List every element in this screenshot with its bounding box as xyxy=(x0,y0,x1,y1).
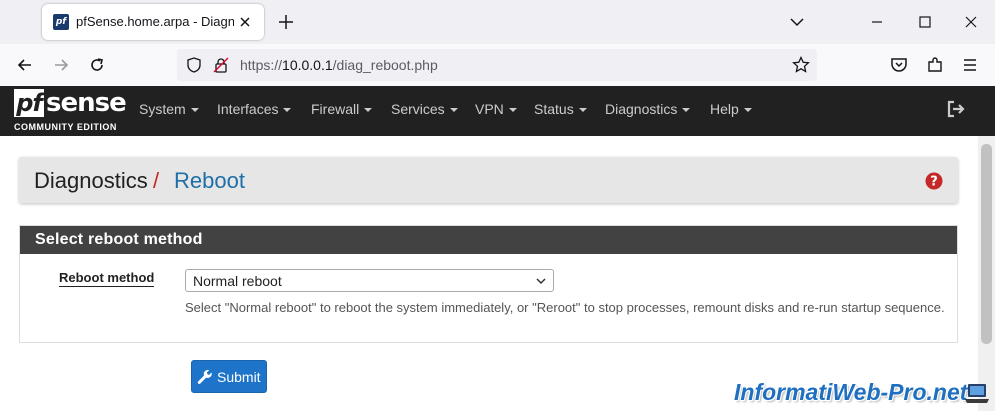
lock-icon[interactable] xyxy=(213,57,229,73)
logo-pf: pf xyxy=(14,89,44,117)
menu-services[interactable]: Services xyxy=(391,100,458,118)
menu-system[interactable]: System xyxy=(139,100,199,118)
logout-icon[interactable] xyxy=(946,99,966,119)
minimize-icon[interactable] xyxy=(867,12,887,32)
menu-label: Status xyxy=(534,101,574,117)
help-icon[interactable]: ? xyxy=(925,172,943,190)
menu-help[interactable]: Help xyxy=(710,100,752,118)
breadcrumb: Diagnostics / Reboot ? xyxy=(19,157,958,203)
url-path: /diag_reboot.php xyxy=(332,57,438,73)
pocket-icon[interactable] xyxy=(889,55,909,75)
breadcrumb-reboot-link[interactable]: Reboot xyxy=(174,168,245,194)
chevron-down-icon[interactable] xyxy=(787,12,807,32)
logo-edition: COMMUNITY EDITION xyxy=(14,122,117,132)
menu-label: System xyxy=(139,101,186,117)
menu-interfaces[interactable]: Interfaces xyxy=(217,100,292,118)
breadcrumb-diagnostics: Diagnostics xyxy=(34,168,148,193)
browser-tab-strip: pf pfSense.home.arpa - Diagnostics: Rebo… xyxy=(0,0,995,44)
maximize-icon[interactable] xyxy=(915,12,935,32)
menu-diagnostics[interactable]: Diagnostics xyxy=(605,100,691,118)
caret-down-icon xyxy=(283,108,292,113)
hamburger-icon[interactable] xyxy=(960,55,980,75)
caret-down-icon xyxy=(743,108,752,113)
panel-heading: Select reboot method xyxy=(20,226,957,254)
menu-label: VPN xyxy=(475,101,504,117)
caret-down-icon xyxy=(190,108,199,113)
menu-label: Services xyxy=(391,101,445,117)
url-host: 10.0.0.1 xyxy=(282,57,333,73)
scrollbar-thumb[interactable] xyxy=(981,144,992,344)
submit-button[interactable]: Submit xyxy=(191,360,267,393)
extensions-icon[interactable] xyxy=(925,55,945,75)
logo-sense: sense xyxy=(46,88,127,118)
scrollbar[interactable] xyxy=(978,136,995,411)
reboot-method-value: Normal reboot xyxy=(193,273,282,289)
menu-firewall[interactable]: Firewall xyxy=(311,100,373,118)
tab-title: pfSense.home.arpa - Diagnostics: Reboot xyxy=(76,14,234,29)
window-close-icon[interactable] xyxy=(961,12,981,32)
svg-text:?: ? xyxy=(930,175,938,190)
caret-down-icon xyxy=(508,108,517,113)
laptop-icon xyxy=(965,384,989,403)
url-scheme: https:// xyxy=(240,57,283,73)
url-bar[interactable]: https://10.0.0.1/diag_reboot.php xyxy=(177,49,817,81)
caret-down-icon xyxy=(364,108,373,113)
star-icon[interactable] xyxy=(792,56,810,74)
menu-vpn[interactable]: VPN xyxy=(475,100,517,118)
pfsense-logo[interactable]: pf sense COMMUNITY EDITION xyxy=(14,88,127,133)
url-text: https://10.0.0.1/diag_reboot.php xyxy=(240,57,438,73)
caret-down-icon xyxy=(682,108,691,113)
menu-label: Firewall xyxy=(311,101,360,117)
watermark-text: InformatiWeb-Pro.net xyxy=(734,379,968,405)
menu-label: Interfaces xyxy=(217,101,279,117)
reboot-help-text: Select "Normal reboot" to reboot the sys… xyxy=(185,300,945,315)
reboot-method-select[interactable]: Normal reboot xyxy=(185,269,554,292)
menu-status[interactable]: Status xyxy=(534,100,587,118)
forward-icon[interactable] xyxy=(51,55,71,75)
menu-label: Diagnostics xyxy=(605,101,678,117)
browser-nav-bar: https://10.0.0.1/diag_reboot.php xyxy=(0,44,995,87)
menu-label: Help xyxy=(710,101,739,117)
reboot-panel: Select reboot method Reboot method Norma… xyxy=(19,225,958,343)
wrench-icon xyxy=(197,369,212,384)
reload-icon[interactable] xyxy=(87,55,107,75)
back-icon[interactable] xyxy=(15,55,35,75)
reboot-method-label: Reboot method xyxy=(59,270,155,287)
pfsense-header: pf sense COMMUNITY EDITION System Interf… xyxy=(0,86,995,136)
favicon-pf-icon: pf xyxy=(53,14,69,30)
chevron-down-icon xyxy=(536,278,546,285)
panel-title: Select reboot method xyxy=(35,231,203,248)
caret-down-icon xyxy=(578,108,587,113)
caret-down-icon xyxy=(449,108,458,113)
close-icon[interactable] xyxy=(236,13,254,31)
breadcrumb-separator: / xyxy=(153,168,160,193)
browser-tab[interactable]: pf pfSense.home.arpa - Diagnostics: Rebo… xyxy=(42,4,264,40)
submit-label: Submit xyxy=(217,369,261,385)
shield-icon[interactable] xyxy=(186,57,202,73)
plus-icon[interactable] xyxy=(276,12,296,32)
